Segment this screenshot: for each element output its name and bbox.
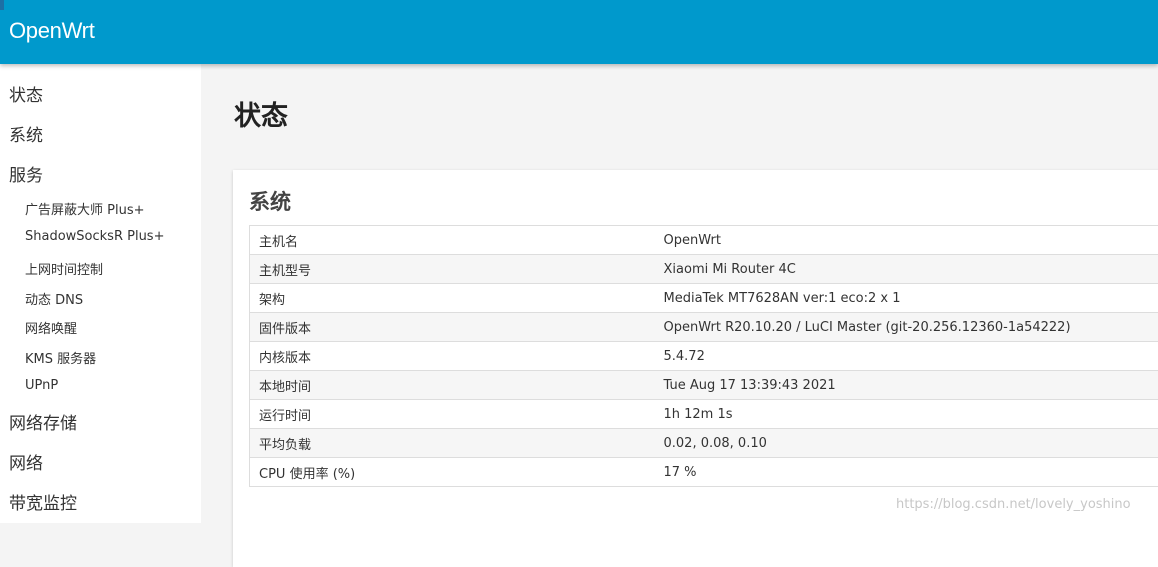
row-value-kernel: 5.4.72	[655, 342, 1158, 371]
table-row: 平均负载 0.02, 0.08, 0.10	[250, 429, 1158, 458]
sidebar-subitem-kms[interactable]: KMS 服务器	[25, 348, 96, 367]
row-value-arch: MediaTek MT7628AN ver:1 eco:2 x 1	[655, 284, 1158, 313]
sidebar-subitem-wol[interactable]: 网络唤醒	[25, 318, 77, 337]
table-row: 固件版本 OpenWrt R20.10.20 / LuCI Master (gi…	[250, 313, 1158, 342]
row-label-model: 主机型号	[250, 255, 655, 284]
sidebar-subitem-time-control[interactable]: 上网时间控制	[25, 259, 103, 278]
row-value-firmware: OpenWrt R20.10.20 / LuCI Master (git-20.…	[655, 313, 1158, 342]
table-row: CPU 使用率 (%) 17 %	[250, 458, 1158, 487]
table-row: 主机名 OpenWrt	[250, 226, 1158, 255]
row-label-local-time: 本地时间	[250, 371, 655, 400]
row-label-cpu: CPU 使用率 (%)	[250, 458, 655, 487]
row-value-local-time: Tue Aug 17 13:39:43 2021	[655, 371, 1158, 400]
sidebar-item-nas[interactable]: 网络存储	[9, 409, 77, 434]
row-value-model: Xiaomi Mi Router 4C	[655, 255, 1158, 284]
row-label-load: 平均负载	[250, 429, 655, 458]
row-value-cpu: 17 %	[655, 458, 1158, 487]
sidebar-item-system[interactable]: 系统	[9, 121, 43, 146]
watermark-text: https://blog.csdn.net/lovely_yoshino	[896, 497, 1131, 512]
sidebar-subitem-shadowsocksr[interactable]: ShadowSocksR Plus+	[25, 229, 164, 244]
table-row: 运行时间 1h 12m 1s	[250, 400, 1158, 429]
sidebar-menu: 状态 系统 服务 广告屏蔽大师 Plus+ ShadowSocksR Plus+…	[0, 64, 201, 523]
sidebar-subitem-upnp[interactable]: UPnP	[25, 378, 58, 393]
top-header-bar: OpenWrt	[0, 0, 1158, 64]
row-value-load: 0.02, 0.08, 0.10	[655, 429, 1158, 458]
row-label-hostname: 主机名	[250, 226, 655, 255]
row-value-hostname: OpenWrt	[655, 226, 1158, 255]
row-label-uptime: 运行时间	[250, 400, 655, 429]
sidebar-item-services[interactable]: 服务	[9, 161, 43, 186]
table-row: 主机型号 Xiaomi Mi Router 4C	[250, 255, 1158, 284]
table-row: 内核版本 5.4.72	[250, 342, 1158, 371]
brand-logo-text[interactable]: OpenWrt	[9, 18, 95, 44]
sidebar-subitem-ad-block[interactable]: 广告屏蔽大师 Plus+	[25, 199, 145, 218]
page-title: 状态	[234, 94, 288, 133]
row-label-firmware: 固件版本	[250, 313, 655, 342]
table-row: 本地时间 Tue Aug 17 13:39:43 2021	[250, 371, 1158, 400]
row-label-arch: 架构	[250, 284, 655, 313]
system-info-table: 主机名 OpenWrt 主机型号 Xiaomi Mi Router 4C 架构 …	[249, 225, 1158, 487]
table-row: 架构 MediaTek MT7628AN ver:1 eco:2 x 1	[250, 284, 1158, 313]
row-label-kernel: 内核版本	[250, 342, 655, 371]
corner-mark	[0, 0, 4, 10]
sidebar-item-bandwidth[interactable]: 带宽监控	[9, 489, 77, 514]
sidebar-item-status[interactable]: 状态	[9, 81, 43, 106]
row-value-uptime: 1h 12m 1s	[655, 400, 1158, 429]
main-content: 状态 系统 主机名 OpenWrt 主机型号 Xiaomi Mi Router …	[201, 64, 1158, 523]
sidebar-subitem-ddns[interactable]: 动态 DNS	[25, 289, 83, 308]
sidebar-item-network[interactable]: 网络	[9, 449, 43, 474]
card-title: 系统	[249, 186, 291, 216]
